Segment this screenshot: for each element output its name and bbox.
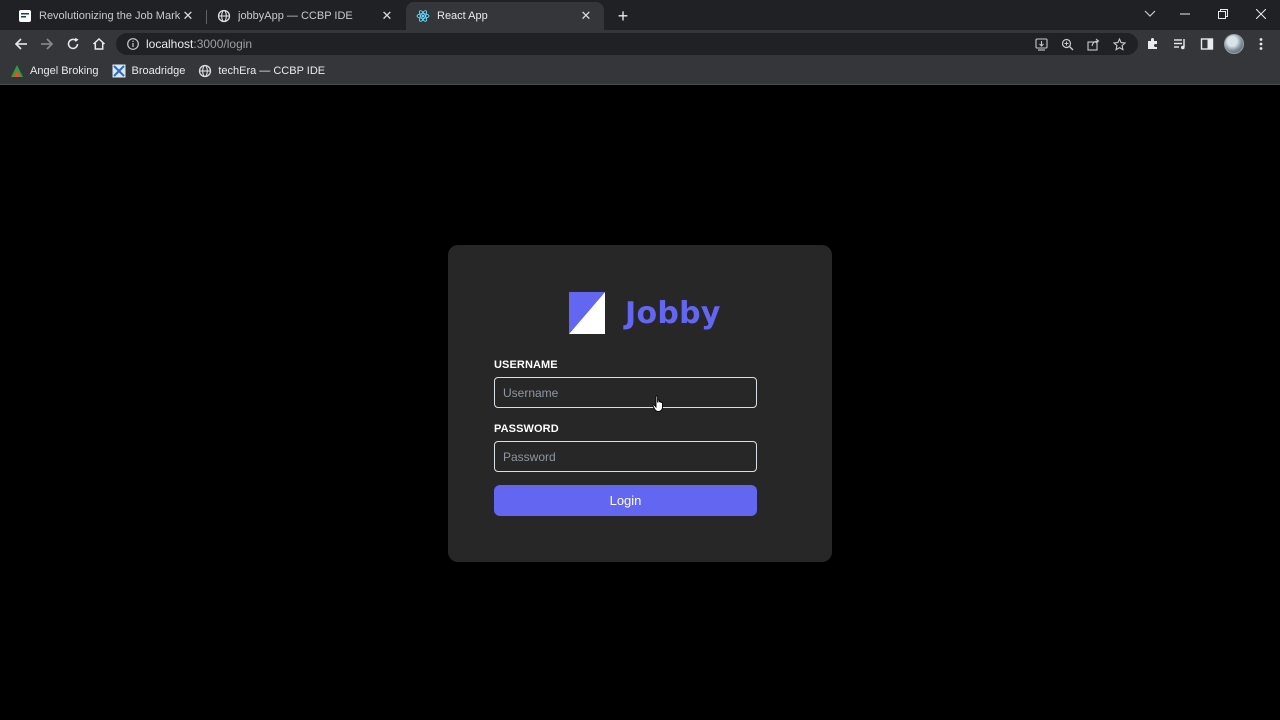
new-tab-plus-icon[interactable]: + (609, 2, 637, 30)
extensions-puzzle-icon[interactable] (1139, 31, 1166, 57)
more-menu-icon[interactable] (1247, 31, 1274, 57)
bookmark-techera-ide[interactable]: techEra — CCBP IDE (198, 64, 325, 78)
react-logo-icon (416, 9, 430, 23)
home-icon[interactable] (86, 31, 112, 57)
browser-toolbar: localhost:3000/login (0, 30, 1280, 58)
bookmark-label: Angel Broking (30, 65, 99, 77)
hand-cursor-icon (652, 395, 663, 412)
url-path: :3000/login (193, 37, 253, 51)
bookmark-angel-broking[interactable]: Angel Broking (10, 64, 99, 78)
close-window-icon[interactable] (1242, 0, 1280, 28)
profile-avatar[interactable] (1220, 31, 1247, 57)
share-icon[interactable] (1080, 35, 1106, 53)
bookmark-label: techEra — CCBP IDE (218, 65, 326, 77)
angel-broking-icon (10, 64, 24, 78)
restore-icon[interactable] (1204, 0, 1242, 28)
zoom-icon[interactable] (1054, 35, 1080, 53)
login-card: Jobby USERNAME PASSWORD Login (448, 245, 832, 562)
bookmark-star-icon[interactable] (1106, 35, 1132, 53)
tab-title: Revolutionizing the Job Market | (39, 10, 180, 22)
close-tab-icon[interactable]: ✕ (578, 8, 594, 24)
close-tab-icon[interactable]: ✕ (379, 8, 395, 24)
password-label: PASSWORD (494, 423, 559, 435)
bookmarks-bar: Angel Broking Broadridge techEra — CCBP … (0, 58, 1280, 85)
password-input[interactable] (494, 441, 757, 472)
bookmark-broadridge[interactable]: Broadridge (112, 64, 186, 78)
reload-icon[interactable] (60, 31, 86, 57)
address-bar[interactable]: localhost:3000/login (116, 33, 1138, 55)
site-favicon-icon (18, 9, 32, 23)
site-info-icon[interactable] (126, 37, 140, 51)
url-host: localhost (146, 37, 194, 51)
tab-job-market[interactable]: Revolutionizing the Job Market | ✕ (8, 2, 207, 30)
media-playlist-icon[interactable] (1166, 31, 1193, 57)
username-label: USERNAME (494, 359, 558, 371)
bookmark-label: Broadridge (131, 65, 186, 77)
tab-title: jobbyApp — CCBP IDE (238, 10, 353, 22)
globe-icon (217, 9, 231, 23)
side-panel-icon[interactable] (1193, 31, 1220, 57)
username-input[interactable] (494, 377, 757, 408)
close-tab-icon[interactable]: ✕ (180, 8, 196, 24)
tab-react-app[interactable]: React App ✕ (406, 2, 604, 30)
brand-logo: Jobby (569, 292, 721, 334)
tab-search-chevron-icon[interactable] (1142, 6, 1158, 22)
broadridge-icon (112, 64, 126, 78)
globe-icon (198, 64, 212, 78)
back-arrow-icon[interactable] (8, 31, 34, 57)
tab-title: React App (437, 10, 488, 22)
minimize-icon[interactable] (1166, 0, 1204, 28)
install-app-icon[interactable] (1028, 35, 1054, 53)
jobby-logo-icon (569, 292, 605, 334)
window-controls (1166, 0, 1280, 28)
tab-jobbyapp-ide[interactable]: jobbyApp — CCBP IDE ✕ (207, 2, 405, 30)
brand-name: Jobby (625, 295, 721, 331)
forward-arrow-icon[interactable] (34, 31, 60, 57)
login-button[interactable]: Login (494, 485, 757, 516)
page-viewport: Jobby USERNAME PASSWORD Login (0, 86, 1280, 720)
tab-strip: Revolutionizing the Job Market | ✕ jobby… (0, 0, 1280, 30)
